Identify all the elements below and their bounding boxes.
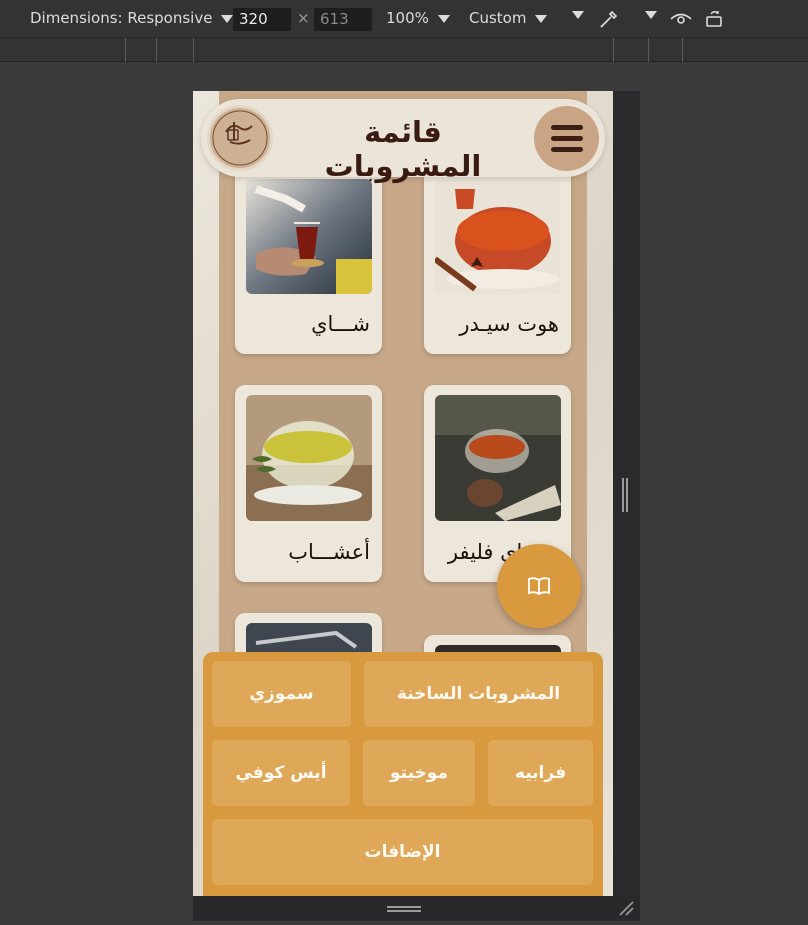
device-viewport: شـــاي هوت سيـدر أعشـــاب شـــاي فليفر ق… bbox=[193, 91, 613, 896]
rotate-device-icon[interactable] bbox=[704, 8, 726, 30]
width-input[interactable]: 320 bbox=[233, 8, 291, 31]
page-title: قائمة المشروبات bbox=[324, 115, 482, 183]
height-input[interactable]: 613 bbox=[314, 8, 372, 31]
menu-card-herbal[interactable]: أعشـــاب bbox=[235, 385, 382, 582]
herbal-tea-image bbox=[246, 395, 372, 521]
chevron-down-icon bbox=[572, 11, 584, 19]
menu-card-tea[interactable]: شـــاي bbox=[235, 161, 382, 354]
eyedropper-options-dropdown[interactable] bbox=[636, 9, 657, 19]
hamburger-menu-button[interactable] bbox=[534, 106, 599, 171]
media-query-ruler bbox=[0, 38, 808, 62]
resize-handle-horizontal[interactable] bbox=[387, 906, 421, 912]
eyedropper-icon[interactable] bbox=[598, 8, 620, 30]
devtools-toolbar: Dimensions: Responsive 320 × 613 100% Cu… bbox=[0, 0, 808, 38]
app-header: قائمة المشروبات bbox=[201, 99, 605, 183]
category-iced-coffee[interactable]: أيس كوفي bbox=[212, 740, 350, 806]
card-label: هوت سيـدر bbox=[459, 312, 559, 336]
category-hot-drinks[interactable]: المشروبات الساخنة bbox=[364, 661, 593, 727]
chevron-down-icon bbox=[535, 15, 548, 23]
times-sign: × bbox=[297, 9, 310, 27]
zoom-dropdown[interactable]: 100% bbox=[386, 9, 450, 27]
resize-corner-icon[interactable] bbox=[618, 900, 634, 916]
dimensions-label: Dimensions: Responsive bbox=[30, 9, 213, 27]
card-label: أعشـــاب bbox=[288, 540, 370, 564]
category-mojito[interactable]: موخيتو bbox=[363, 740, 475, 806]
category-additions[interactable]: الإضافات bbox=[212, 819, 593, 885]
tea-glass-image bbox=[246, 179, 372, 294]
zoom-label: 100% bbox=[386, 9, 429, 27]
book-menu-button[interactable] bbox=[497, 544, 581, 628]
chevron-down-icon bbox=[221, 15, 234, 23]
menu-card-hot-cider[interactable]: هوت سيـدر bbox=[424, 161, 571, 354]
flavored-tea-image bbox=[435, 395, 561, 521]
category-frappe[interactable]: فرابيه bbox=[488, 740, 593, 806]
resize-handle-vertical[interactable] bbox=[622, 478, 628, 512]
dimensions-dropdown[interactable]: Dimensions: Responsive bbox=[30, 9, 234, 27]
hamburger-icon bbox=[550, 125, 583, 130]
throttle-dropdown[interactable]: Custom bbox=[469, 9, 548, 27]
eye-icon[interactable] bbox=[670, 10, 692, 28]
card-label: شـــاي bbox=[311, 312, 370, 336]
category-sheet: المشروبات الساخنة سموزي فرابيه موخيتو أي… bbox=[203, 652, 603, 896]
chevron-down-icon bbox=[645, 11, 657, 19]
allam-coffee-logo bbox=[207, 105, 273, 171]
throttle-label: Custom bbox=[469, 9, 527, 27]
hot-cider-image bbox=[435, 179, 561, 294]
category-smoothie[interactable]: سموزي bbox=[212, 661, 351, 727]
book-icon bbox=[528, 577, 550, 596]
chevron-down-icon bbox=[437, 15, 450, 23]
more-options-dropdown[interactable] bbox=[563, 9, 584, 19]
